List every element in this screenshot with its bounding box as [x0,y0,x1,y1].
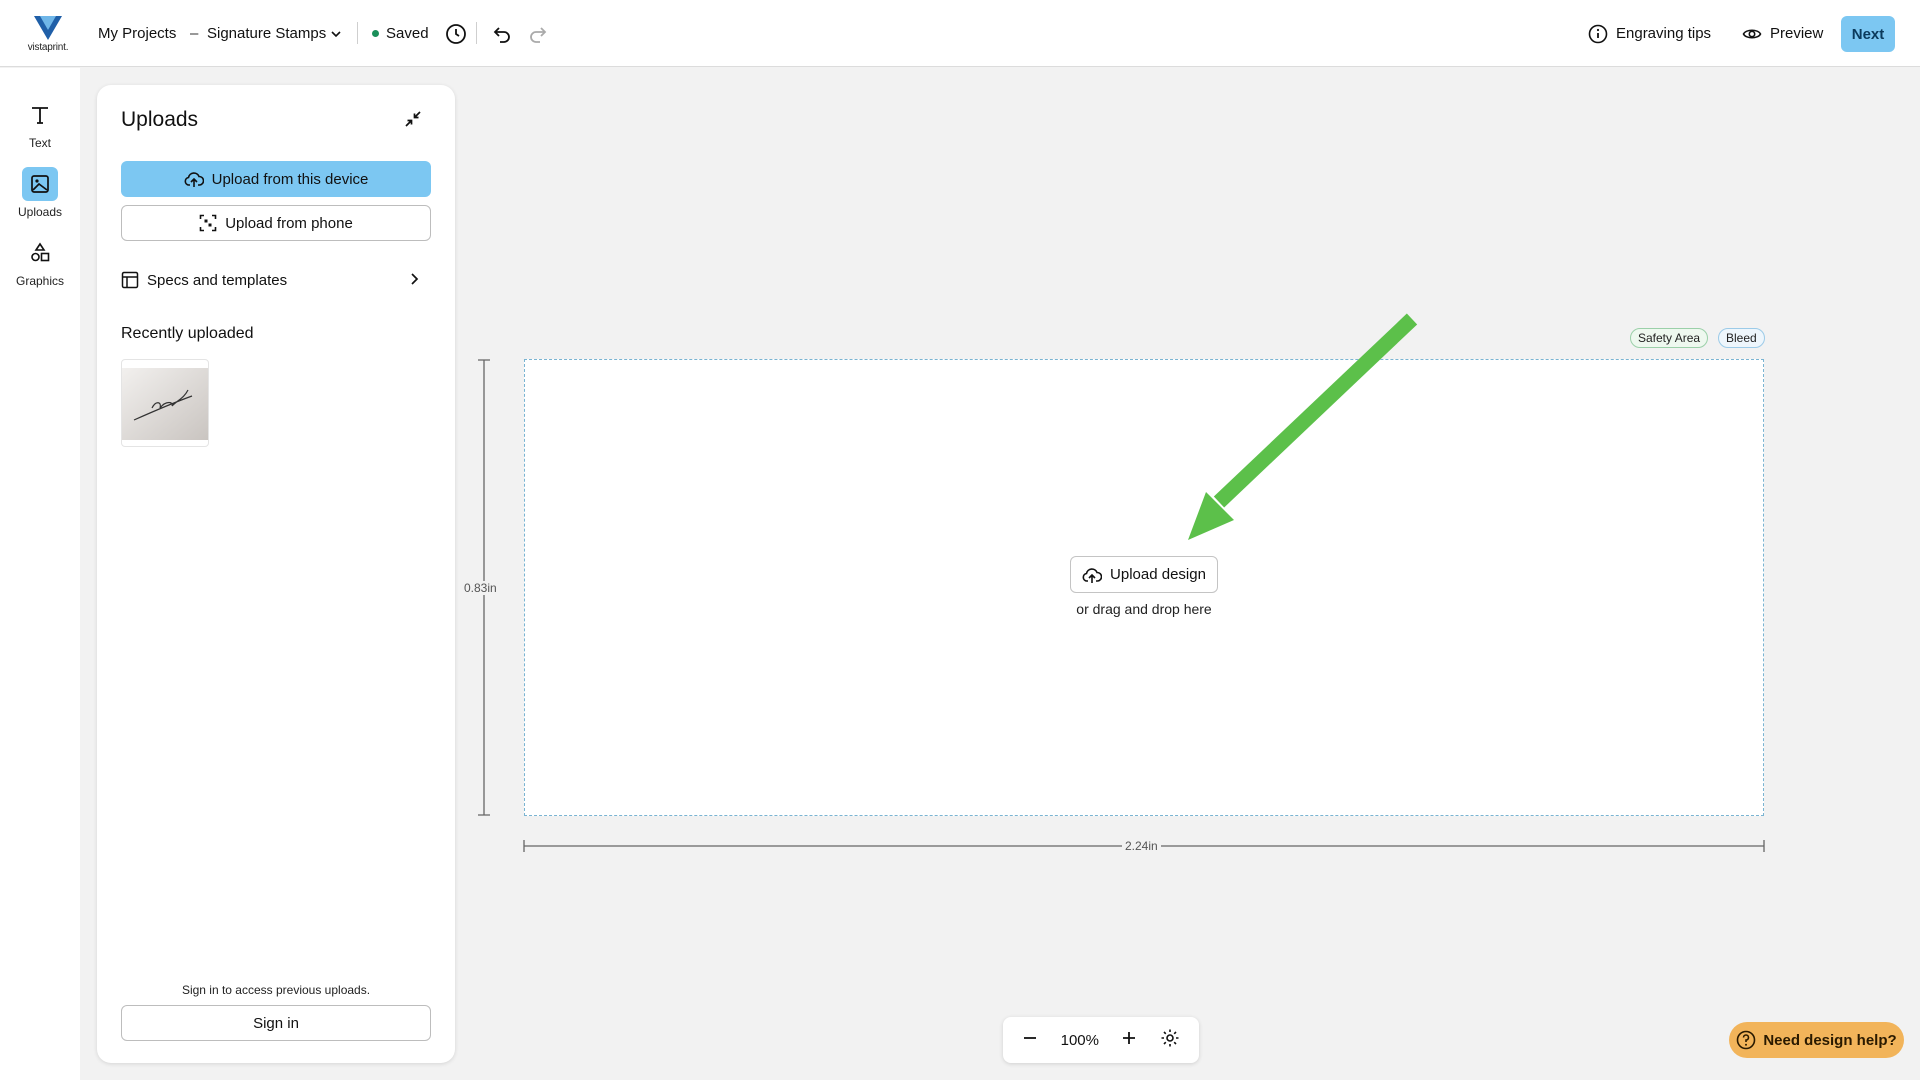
template-icon [121,271,139,289]
save-status: Saved [372,0,429,67]
divider [357,22,358,44]
collapse-panel-button[interactable] [401,107,425,131]
next-button[interactable]: Next [1841,16,1895,52]
upload-design-button[interactable]: Upload design [1070,556,1218,593]
my-projects-link[interactable]: My Projects [98,0,176,67]
rail-item-text[interactable]: Text [0,98,80,158]
uploads-panel: Uploads Upload from this device Upload f… [97,85,455,1063]
saved-dot-icon [372,30,379,37]
bleed-badge[interactable]: Bleed [1718,328,1765,348]
top-bar: vistaprint. My Projects – Signature Stam… [0,0,1920,67]
breadcrumb-separator: – [190,25,199,42]
cloud-upload-icon [1082,567,1103,583]
undo-icon [493,26,510,43]
rail-item-graphics[interactable]: Graphics [0,236,80,296]
preview-label: Preview [1770,25,1824,42]
qr-scan-icon [199,214,217,232]
text-icon [32,107,48,124]
chevron-down-icon [331,30,341,37]
specs-and-templates-link[interactable]: Specs and templates [121,269,431,291]
undo-button[interactable] [489,0,515,67]
upload-from-device-button[interactable]: Upload from this device [121,161,431,197]
gear-icon [1161,1029,1179,1047]
history-button[interactable] [443,0,469,67]
engraving-tips-button[interactable]: Engraving tips [1588,0,1711,67]
upload-from-phone-label: Upload from phone [225,214,353,232]
brand-name: vistaprint. [27,42,69,53]
rail-item-label: Text [28,136,51,150]
sign-in-hint: Sign in to access previous uploads. [181,983,371,997]
sign-in-button[interactable]: Sign in [121,1005,431,1041]
panel-title: Uploads [121,108,199,131]
image-upload-icon [31,175,49,193]
redo-button[interactable] [525,0,551,67]
chevron-right-icon [411,273,419,285]
divider [476,22,477,44]
rail-item-label: Graphics [15,274,65,288]
preview-button[interactable]: Preview [1742,0,1823,67]
eye-icon [1742,28,1762,39]
vistaprint-logo[interactable]: vistaprint. [22,16,74,56]
need-design-help-button[interactable]: Need design help? [1729,1022,1904,1058]
rail-item-uploads[interactable]: Uploads [0,167,80,227]
redo-icon [530,26,547,43]
rail-item-label: Uploads [17,205,63,219]
vistaprint-logo-icon [34,16,62,40]
height-dimension-label: 0.83in [461,581,500,595]
safety-area-badge[interactable]: Safety Area [1630,328,1709,348]
zoom-level[interactable]: 100% [1061,1032,1099,1049]
upload-design-label: Upload design [1110,566,1206,583]
help-icon [1737,1030,1756,1050]
project-title-dropdown[interactable]: Signature Stamps [207,0,342,67]
width-dimension-label: 2.24in [1122,839,1161,853]
collapse-icon [405,111,421,127]
signature-image [122,368,208,440]
info-icon [1588,24,1608,43]
minus-icon [1024,1037,1037,1039]
drag-drop-hint: or drag and drop here [1076,601,1212,617]
plus-icon [1123,1032,1136,1044]
shapes-icon [31,242,50,262]
zoom-out-button[interactable] [1022,1030,1038,1050]
engraving-tips-label: Engraving tips [1616,25,1712,42]
clock-icon [446,23,466,44]
upload-from-device-label: Upload from this device [211,170,369,188]
need-design-help-label: Need design help? [1763,1031,1897,1049]
zoom-settings-button[interactable] [1160,1028,1180,1052]
specs-label: Specs and templates [147,271,288,289]
recently-uploaded-heading: Recently uploaded [121,325,254,342]
cloud-upload-icon [184,172,204,187]
saved-label: Saved [386,25,429,42]
left-rail: Text Uploads Graphics [0,68,80,1080]
zoom-controls: 100% [1003,1017,1199,1063]
project-title: Signature Stamps [207,25,327,42]
upload-from-phone-button[interactable]: Upload from phone [121,205,431,241]
uploaded-thumbnail[interactable] [121,359,209,447]
zoom-in-button[interactable] [1121,1030,1137,1050]
